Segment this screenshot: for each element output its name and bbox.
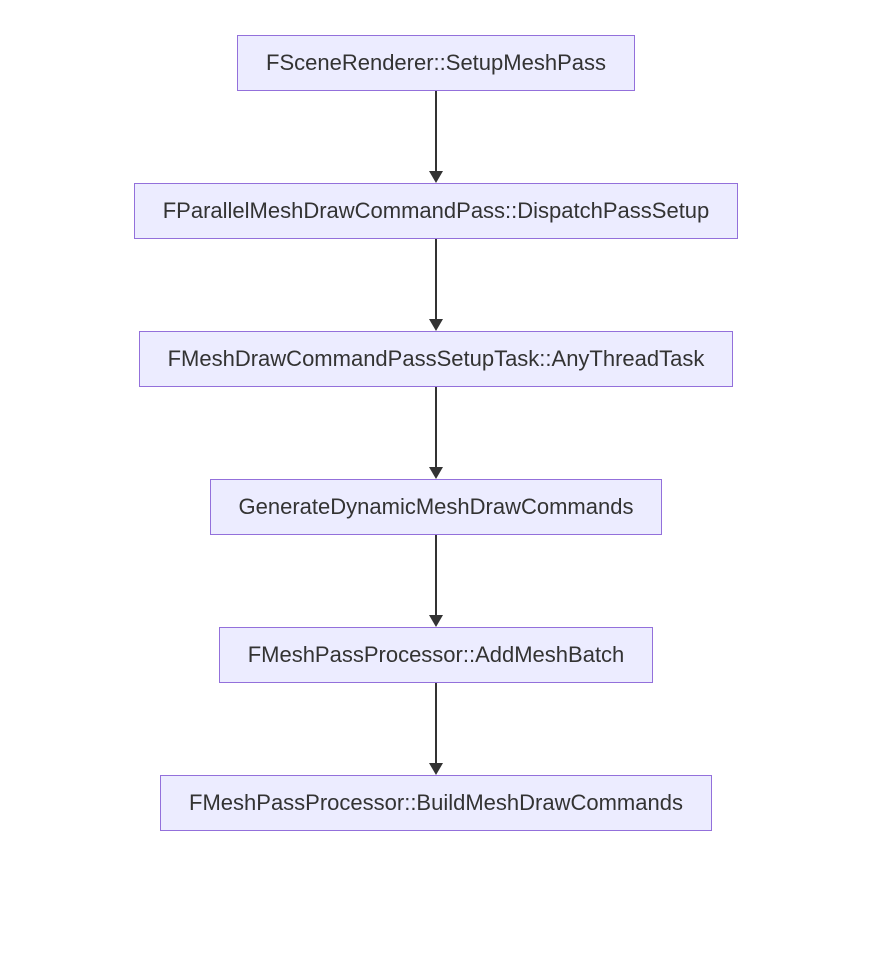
flowchart-node-3: GenerateDynamicMeshDrawCommands	[210, 479, 663, 535]
node-label: FParallelMeshDrawCommandPass::DispatchPa…	[163, 198, 710, 223]
flowchart-node-4: FMeshPassProcessor::AddMeshBatch	[219, 627, 654, 683]
flowchart-node-0: FSceneRenderer::SetupMeshPass	[237, 35, 635, 91]
arrow-head-icon	[429, 763, 443, 775]
arrow-line	[435, 91, 437, 172]
arrow-line	[435, 535, 437, 616]
node-label: FMeshPassProcessor::BuildMeshDrawCommand…	[189, 790, 683, 815]
node-label: FMeshPassProcessor::AddMeshBatch	[248, 642, 625, 667]
flowchart-node-2: FMeshDrawCommandPassSetupTask::AnyThread…	[139, 331, 734, 387]
flowchart-node-1: FParallelMeshDrawCommandPass::DispatchPa…	[134, 183, 739, 239]
arrow-0-1	[429, 91, 443, 183]
node-label: FSceneRenderer::SetupMeshPass	[266, 50, 606, 75]
arrow-head-icon	[429, 171, 443, 183]
arrow-line	[435, 683, 437, 764]
arrow-4-5	[429, 683, 443, 775]
arrow-2-3	[429, 387, 443, 479]
arrow-head-icon	[429, 319, 443, 331]
flowchart-node-5: FMeshPassProcessor::BuildMeshDrawCommand…	[160, 775, 712, 831]
node-label: FMeshDrawCommandPassSetupTask::AnyThread…	[168, 346, 705, 371]
node-label: GenerateDynamicMeshDrawCommands	[239, 494, 634, 519]
arrow-head-icon	[429, 615, 443, 627]
arrow-line	[435, 239, 437, 320]
arrow-3-4	[429, 535, 443, 627]
arrow-line	[435, 387, 437, 468]
arrow-1-2	[429, 239, 443, 331]
arrow-head-icon	[429, 467, 443, 479]
